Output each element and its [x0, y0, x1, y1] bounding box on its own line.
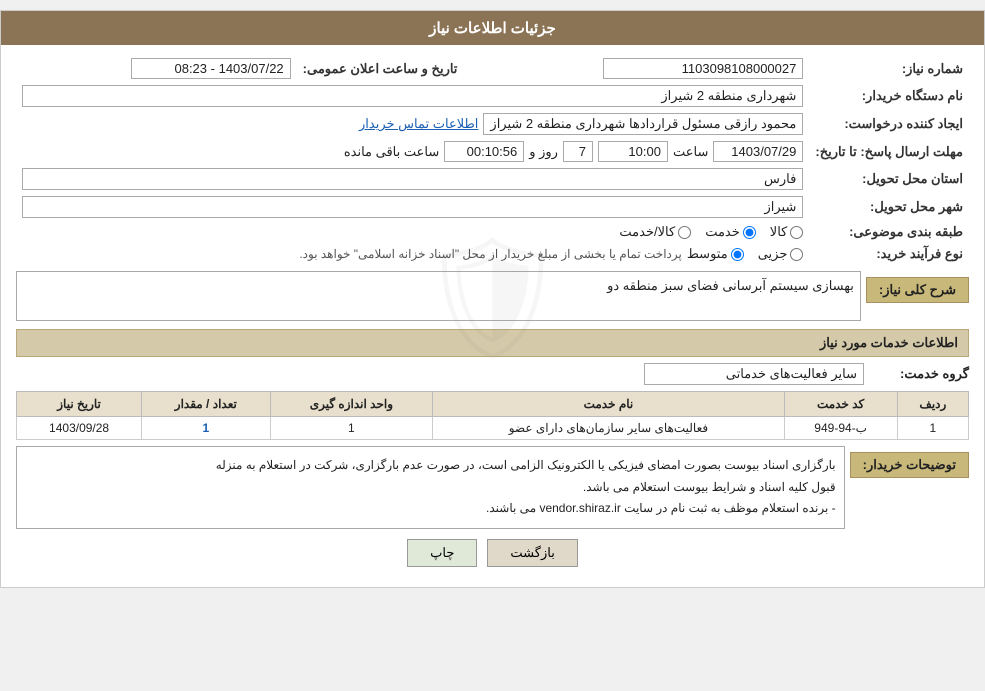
announce-date-label: تاریخ و ساعت اعلان عمومی:: [297, 55, 464, 82]
buyer-org-label: نام دستگاه خریدار:: [809, 82, 969, 110]
province-value: فارس: [22, 168, 803, 190]
reply-remaining-label: ساعت باقی مانده: [344, 144, 439, 160]
process-label-jozi: جزیی: [758, 246, 788, 262]
reply-date: 1403/07/29: [713, 141, 803, 162]
action-buttons: بازگشت چاپ: [16, 539, 969, 567]
row-date: 1403/09/28: [17, 417, 142, 440]
need-number-value: 1103098108000027: [603, 58, 803, 79]
need-number-label: شماره نیاز:: [809, 55, 969, 82]
category-radio-khedmat[interactable]: [743, 226, 756, 239]
process-label-motavaset: متوسط: [687, 246, 728, 262]
process-note: پرداخت تمام یا بخشی از مبلغ خریدار از مح…: [299, 247, 682, 261]
page-header: جزئیات اطلاعات نیاز: [1, 11, 984, 45]
category-option-kala: کالا: [770, 224, 804, 240]
process-option-motavaset: متوسط: [687, 246, 744, 262]
category-label-kala: کالا: [770, 224, 788, 240]
process-option-jozi: جزیی: [758, 246, 804, 262]
city-label: شهر محل تحویل:: [809, 193, 969, 221]
print-button[interactable]: چاپ: [407, 539, 477, 567]
process-row: جزیی متوسط پرداخت تمام یا بخشی از مبلغ خ…: [22, 246, 803, 262]
reply-time: 10:00: [598, 141, 668, 162]
category-radio-kala[interactable]: [790, 226, 803, 239]
services-table: ردیف کد خدمت نام خدمت واحد اندازه گیری ت…: [16, 391, 969, 440]
creator-value: محمود رازقی مسئول قراردادها شهرداری منطق…: [483, 113, 803, 135]
reply-days-label: روز و: [529, 144, 558, 160]
category-radio-group: کالا خدمت کالا/خدمت: [22, 224, 803, 240]
page-title: جزئیات اطلاعات نیاز: [429, 20, 556, 37]
category-option-khedmat: خدمت: [705, 224, 756, 240]
back-button[interactable]: بازگشت: [487, 539, 577, 567]
process-radio-motavaset[interactable]: [731, 248, 744, 261]
city-value: شیراز: [22, 196, 803, 218]
notes-line-3: - برنده استعلام موظف به ثبت نام در سایت …: [25, 498, 836, 520]
col-header-unit: واحد اندازه گیری: [270, 392, 433, 417]
creator-link[interactable]: اطلاعات تماس خریدار: [359, 116, 478, 132]
main-container: 🛡 جزئیات اطلاعات نیاز شماره نیاز: 110309…: [0, 10, 985, 588]
announce-date-value: 1403/07/22 - 08:23: [131, 58, 291, 79]
reply-time-label: ساعت: [673, 144, 708, 160]
col-header-qty: تعداد / مقدار: [142, 392, 270, 417]
reply-deadline-row: 1403/07/29 ساعت 10:00 7 روز و 00:10:56 س…: [22, 141, 803, 162]
service-group-label: گروه خدمت:: [869, 366, 969, 382]
notes-line-1: بارگزاری اسناد بیوست بصورت امضای فیزیکی …: [25, 455, 836, 477]
table-row: 1 ب-94-949 فعالیت‌های سایر سازمان‌های دا…: [17, 417, 969, 440]
buyer-org-value: شهرداری منطقه 2 شیراز: [22, 85, 803, 107]
row-qty: 1: [142, 417, 270, 440]
category-label-both: کالا/خدمت: [619, 224, 675, 240]
row-num: 1: [897, 417, 968, 440]
need-desc-label: شرح کلی نیاز:: [866, 277, 969, 303]
need-desc-value: بهسازی سیستم آبرسانی فضای سبز منطقه دو: [16, 271, 861, 321]
category-radio-both[interactable]: [678, 226, 691, 239]
notes-content: بارگزاری اسناد بیوست بصورت امضای فیزیکی …: [16, 446, 845, 529]
notes-line-2: قبول کلیه اسناد و شرایط بیوست استعلام می…: [25, 477, 836, 499]
reply-days: 7: [563, 141, 593, 162]
service-group-value: سایر فعالیت‌های خدماتی: [644, 363, 864, 385]
need-desc-row: شرح کلی نیاز: بهسازی سیستم آبرسانی فضای …: [16, 271, 969, 321]
service-group-row: گروه خدمت: سایر فعالیت‌های خدماتی: [16, 363, 969, 385]
province-label: استان محل تحویل:: [809, 165, 969, 193]
category-option-both: کالا/خدمت: [619, 224, 691, 240]
reply-remaining: 00:10:56: [444, 141, 524, 162]
process-label: نوع فرآیند خرید:: [809, 243, 969, 265]
content-area: شماره نیاز: 1103098108000027 تاریخ و ساع…: [1, 45, 984, 587]
col-header-name: نام خدمت: [433, 392, 784, 417]
services-title: اطلاعات خدمات مورد نیاز: [16, 329, 969, 357]
col-header-row: ردیف: [897, 392, 968, 417]
row-unit: 1: [270, 417, 433, 440]
creator-label: ایجاد کننده درخواست:: [809, 110, 969, 138]
top-form: شماره نیاز: 1103098108000027 تاریخ و ساع…: [16, 55, 969, 265]
col-header-code: کد خدمت: [784, 392, 897, 417]
category-label: طبقه بندی موضوعی:: [809, 221, 969, 243]
category-label-khedmat: خدمت: [705, 224, 740, 240]
notes-row: توضیحات خریدار: بارگزاری اسناد بیوست بصو…: [16, 446, 969, 529]
col-header-date: تاریخ نیاز: [17, 392, 142, 417]
row-name: فعالیت‌های سایر سازمان‌های دارای عضو: [433, 417, 784, 440]
process-radio-group: جزیی متوسط: [687, 246, 804, 262]
reply-deadline-label: مهلت ارسال پاسخ: تا تاریخ:: [809, 138, 969, 165]
row-code: ب-94-949: [784, 417, 897, 440]
creator-row: محمود رازقی مسئول قراردادها شهرداری منطق…: [22, 113, 803, 135]
notes-label: توضیحات خریدار:: [850, 452, 969, 478]
process-radio-jozi[interactable]: [790, 248, 803, 261]
